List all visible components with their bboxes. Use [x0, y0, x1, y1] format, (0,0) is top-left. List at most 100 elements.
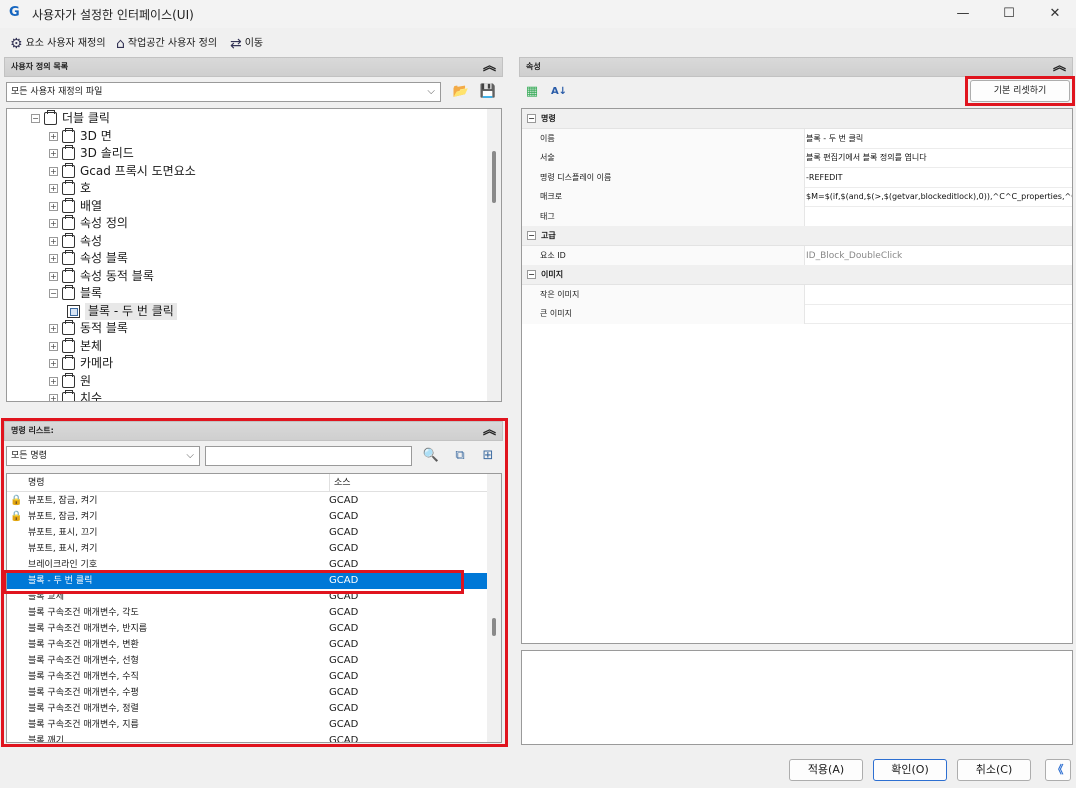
customization-tree[interactable]: − 더블 클릭 +3D 면 +3D 솔리드 + Gcad 프록시 도면요소 + 호 + 배열 + 속성…	[6, 108, 502, 402]
expand-node-icon[interactable]: +	[49, 131, 58, 141]
command-row[interactable]: 블록 구속조건 매개변수, 정렬 GCAD	[7, 701, 487, 717]
cancel-button[interactable]: 취소(C)	[957, 759, 1031, 781]
expand-node-icon[interactable]: +	[49, 359, 58, 368]
property-row[interactable]: 매크로 $M=$(if,$(and,$(>,$(getvar,blockeditl…	[522, 187, 1072, 207]
tree-node[interactable]: +3D 면	[49, 127, 112, 145]
column-header-source[interactable]: 소스	[329, 474, 459, 492]
collapse-chevron-icon[interactable]: ︽	[483, 422, 496, 440]
save-button[interactable]: 💾	[478, 82, 498, 102]
tree-node[interactable]: + 치수	[49, 390, 102, 401]
command-row[interactable]: 뷰포트, 표시, 켜기 GCAD	[7, 541, 487, 557]
command-row[interactable]: 🔒 뷰포트, 잠금, 켜기 GCAD	[7, 509, 487, 525]
command-row[interactable]: 블록 구속조건 매개변수, 수직 GCAD	[7, 669, 487, 685]
property-value[interactable]: -REFEDIT	[806, 168, 843, 188]
collapse-category-icon[interactable]: −	[527, 114, 536, 123]
property-row[interactable]: 서술 블록 편집기에서 블록 정의를 엽니다	[522, 148, 1072, 168]
property-value[interactable]: $M=$(if,$(and,$(>,$(getvar,blockeditlock…	[806, 187, 1072, 207]
expand-node-icon[interactable]: +	[49, 271, 58, 281]
tree-node[interactable]: 블록 - 두 번 클릭	[67, 302, 177, 320]
find-in-tree-button[interactable]: ⧉	[450, 446, 470, 466]
collapse-category-icon[interactable]: −	[527, 270, 536, 279]
list-scrollbar[interactable]	[487, 474, 501, 742]
command-row[interactable]: 블록 구속조건 매개변수, 수평 GCAD	[7, 685, 487, 701]
command-filter-combo[interactable]: 모든 명령 ⌵	[6, 446, 200, 466]
list-scrollbar-thumb[interactable]	[492, 618, 496, 636]
property-row[interactable]: 이름 블록 - 두 번 클릭	[522, 128, 1072, 149]
property-row[interactable]: 명령 디스플레이 이름 -REFEDIT	[522, 167, 1072, 188]
tree-node[interactable]: +3D 솔리드	[49, 145, 134, 162]
categorized-view-button[interactable]: ▦	[522, 82, 542, 102]
collapse-chevron-icon[interactable]: ︽	[483, 58, 496, 76]
expand-node-icon[interactable]: +	[49, 376, 58, 386]
tree-node[interactable]: + 속성 정의	[49, 215, 128, 232]
expand-node-icon[interactable]: +	[49, 254, 58, 263]
property-category[interactable]: − 이미지	[522, 265, 1072, 285]
toolbar-customize-elements[interactable]: ⚙ 요소 사용자 재정의	[10, 35, 106, 53]
command-list[interactable]: 명령 소스 🔒 뷰포트, 잠금, 켜기 GCAD 🔒 뷰포트, 잠금, 켜기 GCAD 뷰포…	[6, 473, 502, 743]
property-row[interactable]: 큰 이미지	[522, 304, 1072, 324]
collapse-chevron-icon[interactable]: ︽	[1053, 58, 1066, 76]
tree-node[interactable]: + 호	[49, 180, 91, 197]
new-command-button[interactable]: ⊞	[478, 446, 498, 466]
tree-node[interactable]: + Gcad 프록시 도면요소	[49, 162, 196, 180]
collapse-node-icon[interactable]: −	[31, 114, 40, 123]
property-value[interactable]: ID_Block_DoubleClick	[806, 246, 902, 266]
property-value[interactable]: 블록 편집기에서 블록 정의를 엽니다	[806, 148, 927, 168]
tree-node[interactable]: − 블록	[49, 285, 102, 302]
tree-node[interactable]: + 원	[49, 372, 91, 390]
tree-scrollbar-thumb[interactable]	[492, 151, 496, 203]
tree-node[interactable]: + 카메라	[49, 355, 113, 372]
expand-node-icon[interactable]: +	[49, 324, 58, 333]
tree-node[interactable]: + 속성 블록	[49, 250, 128, 267]
command-row[interactable]: 브레이크라인 기호 GCAD	[7, 557, 487, 573]
expand-node-icon[interactable]: +	[49, 166, 58, 176]
expand-node-icon[interactable]: +	[49, 184, 58, 193]
tree-node[interactable]: + 본체	[49, 337, 102, 355]
ok-button[interactable]: 확인(O)	[873, 759, 947, 781]
minimize-button[interactable]: —	[940, 0, 986, 28]
property-value[interactable]: 블록 - 두 번 클릭	[806, 129, 863, 149]
column-header-command[interactable]: 명령	[28, 474, 45, 492]
expand-node-icon[interactable]: +	[49, 201, 58, 211]
property-category[interactable]: − 명령	[522, 109, 1072, 129]
command-row[interactable]: 🔒 뷰포트, 잠금, 켜기 GCAD	[7, 493, 487, 509]
expand-node-icon[interactable]: +	[49, 394, 58, 401]
toolbar-customize-workspace[interactable]: ⌂ 작업공간 사용자 정의	[116, 35, 217, 53]
command-row[interactable]: 블록 구속조건 매개변수, 지름 GCAD	[7, 717, 487, 733]
command-search-input[interactable]	[205, 446, 412, 466]
expand-node-icon[interactable]: +	[49, 219, 58, 228]
alphabetical-view-button[interactable]: A↓	[549, 82, 569, 102]
property-category[interactable]: − 고급	[522, 226, 1072, 246]
toolbar-transfer[interactable]: ⇄ 이동	[230, 35, 263, 53]
collapse-category-icon[interactable]: −	[527, 231, 536, 240]
file-filter-combo[interactable]: 모든 사용자 재정의 파일 ⌵	[6, 82, 441, 102]
property-row[interactable]: 작은 이미지	[522, 284, 1072, 305]
expand-node-icon[interactable]: +	[49, 236, 58, 246]
search-button[interactable]: 🔍	[421, 446, 441, 466]
tree-node[interactable]: + 속성	[49, 232, 102, 250]
open-folder-button[interactable]: 📂	[451, 82, 471, 102]
expand-node-icon[interactable]: +	[49, 149, 58, 158]
command-row[interactable]: 블록 구속조건 매개변수, 변환 GCAD	[7, 637, 487, 653]
collapse-node-icon[interactable]: −	[49, 289, 58, 298]
apply-button[interactable]: 적용(A)	[789, 759, 863, 781]
expand-node-icon[interactable]: +	[49, 341, 58, 351]
property-row[interactable]: 태그	[522, 206, 1072, 227]
reset-default-button[interactable]: 기본 리셋하기	[970, 80, 1070, 102]
maximize-button[interactable]: ☐	[986, 0, 1032, 28]
property-row[interactable]: 요소 ID ID_Block_DoubleClick	[522, 245, 1072, 266]
command-row[interactable]: 블록 교체 GCAD	[7, 589, 487, 605]
command-row[interactable]: 블록 구속조건 매개변수, 반지름 GCAD	[7, 621, 487, 637]
tree-node[interactable]: + 동적 블록	[49, 320, 128, 337]
command-row[interactable]: 블록 구속조건 매개변수, 각도 GCAD	[7, 605, 487, 621]
command-row[interactable]: 블록 구속조건 매개변수, 선형 GCAD	[7, 653, 487, 669]
tree-node[interactable]: + 배열	[49, 197, 102, 215]
command-row[interactable]: 블록 깨기 GCAD	[7, 733, 487, 742]
tree-scrollbar[interactable]	[487, 109, 501, 401]
close-button[interactable]: ✕	[1032, 0, 1076, 28]
collapse-panel-button[interactable]: 《	[1045, 759, 1071, 781]
command-row[interactable]: 블록 - 두 번 클릭 GCAD	[7, 573, 487, 589]
tree-node[interactable]: − 더블 클릭	[31, 110, 110, 127]
tree-node[interactable]: + 속성 동적 블록	[49, 267, 154, 285]
command-row[interactable]: 뷰포트, 표시, 끄기 GCAD	[7, 525, 487, 541]
